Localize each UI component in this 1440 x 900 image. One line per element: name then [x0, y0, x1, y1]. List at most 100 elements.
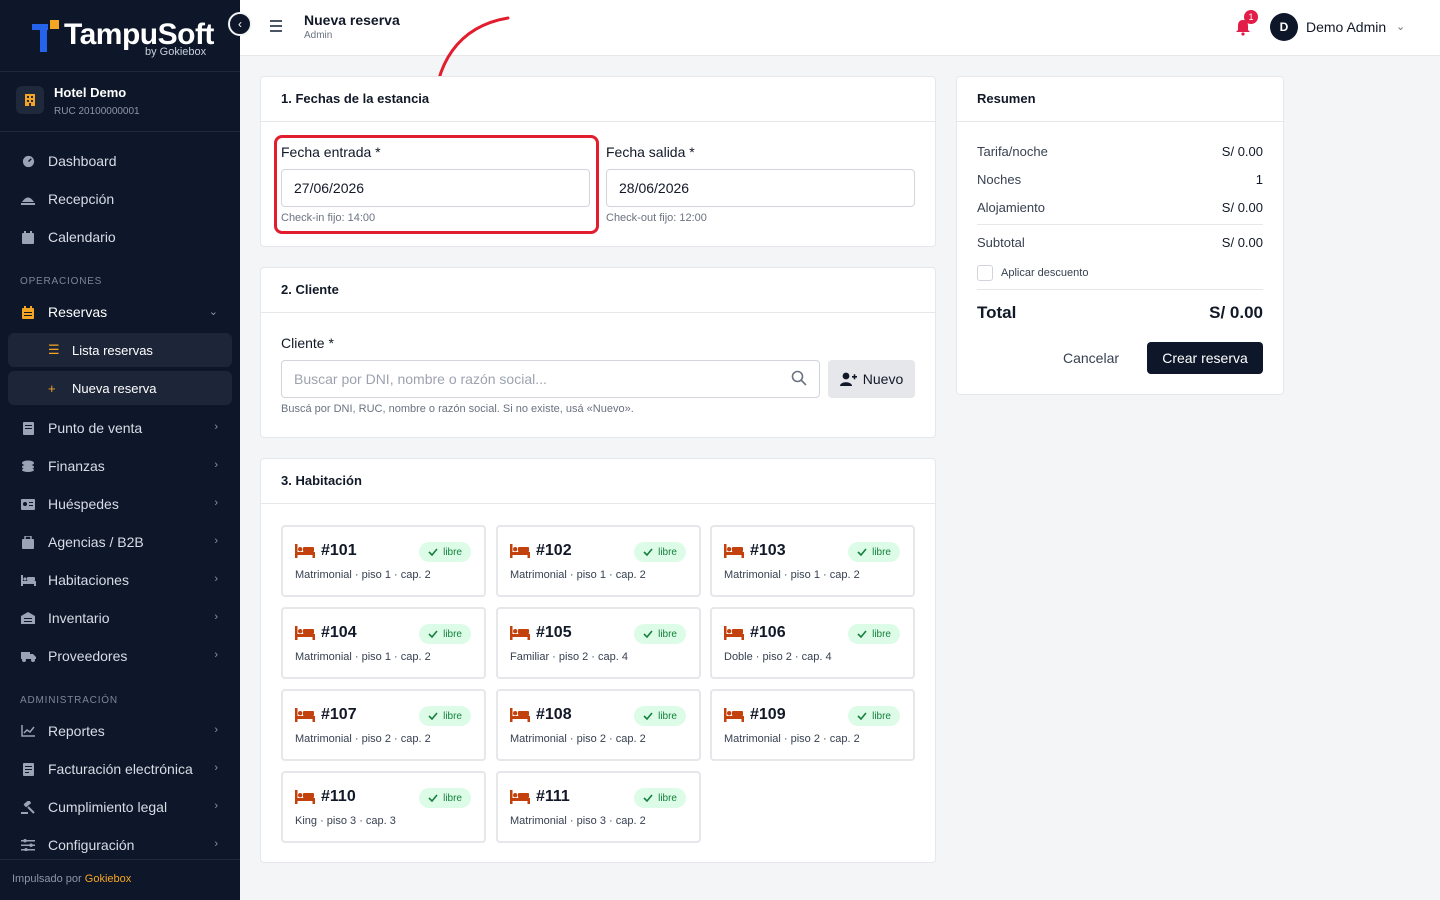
collapse-sidebar-button[interactable]: ‹: [228, 12, 252, 36]
nuevo-label: Nuevo: [862, 371, 904, 387]
bell-service-icon: [20, 191, 36, 207]
menu-icon[interactable]: [270, 20, 282, 32]
room-card[interactable]: #101 libre Matrimonial · piso 1 · cap. 2: [281, 525, 486, 597]
avatar[interactable]: D: [1270, 13, 1298, 41]
footer-brand-link[interactable]: Gokiebox: [85, 873, 131, 885]
chevron-right-icon: ›: [214, 724, 218, 736]
nav-habitaciones[interactable]: Habitaciones ›: [0, 562, 240, 598]
dashboard-icon: [20, 153, 36, 169]
chevron-down-icon[interactable]: ⌄: [1396, 20, 1405, 33]
room-description: Matrimonial · piso 2 · cap. 2: [295, 733, 431, 745]
nav-punto-venta-label: Punto de venta: [48, 420, 143, 436]
room-number: #110: [321, 788, 356, 805]
nav-dashboard[interactable]: Dashboard: [0, 143, 240, 179]
room-card[interactable]: #111 libre Matrimonial · piso 3 · cap. 2: [496, 771, 701, 843]
nav-lista-reservas[interactable]: ☰ Lista reservas: [8, 333, 232, 367]
room-number: #102: [536, 542, 572, 559]
chevron-right-icon: ›: [214, 611, 218, 623]
nav-huespedes[interactable]: Huéspedes ›: [0, 486, 240, 522]
room-card[interactable]: #103 libre Matrimonial · piso 1 · cap. 2: [710, 525, 915, 597]
alojamiento-value: S/ 0.00: [1221, 200, 1263, 215]
status-badge: libre: [634, 788, 686, 808]
alojamiento-row: Alojamiento S/ 0.00: [977, 200, 1263, 215]
room-card[interactable]: #109 libre Matrimonial · piso 2 · cap. 2: [710, 689, 915, 761]
nav-configuracion[interactable]: Configuración ›: [0, 827, 240, 863]
room-card[interactable]: #106 libre Doble · piso 2 · cap. 4: [710, 607, 915, 679]
create-reserva-button[interactable]: Crear reserva: [1147, 342, 1263, 374]
nav-cumplimiento[interactable]: Cumplimiento legal ›: [0, 789, 240, 825]
status-label: libre: [443, 710, 462, 722]
user-name[interactable]: Demo Admin: [1306, 19, 1386, 35]
status-badge: libre: [634, 706, 686, 726]
nav-facturacion[interactable]: Facturación electrónica ›: [0, 751, 240, 787]
fechas-card: 1. Fechas de la estancia Fecha entrada *…: [260, 76, 936, 247]
nav-nueva-reserva-label: Nueva reserva: [72, 380, 157, 396]
nav-reservas[interactable]: Reservas ⌄: [0, 294, 240, 330]
list-icon: ☰: [48, 342, 60, 357]
divider: [977, 289, 1263, 290]
bed-icon: [295, 790, 315, 804]
bed-icon: [724, 708, 744, 722]
room-number: #109: [750, 706, 786, 723]
nav-recepcion[interactable]: Recepción: [0, 181, 240, 217]
status-badge: libre: [419, 542, 471, 562]
sliders-icon: [20, 837, 36, 853]
warehouse-icon: [20, 610, 36, 626]
brand-sub: by Gokiebox: [145, 46, 207, 58]
calendar-check-icon: [20, 304, 36, 320]
room-card[interactable]: #105 libre Familiar · piso 2 · cap. 4: [496, 607, 701, 679]
room-card[interactable]: #104 libre Matrimonial · piso 1 · cap. 2: [281, 607, 486, 679]
subtotal-label: Subtotal: [977, 235, 1025, 250]
check-icon: [857, 630, 867, 638]
truck-icon: [20, 648, 36, 664]
hotel-selector[interactable]: Hotel Demo RUC 20100000001: [0, 72, 240, 132]
nav-inventario[interactable]: Inventario ›: [0, 600, 240, 636]
room-number: #105: [536, 624, 572, 641]
nav-nueva-reserva[interactable]: + Nueva reserva: [8, 371, 232, 405]
room-number: #107: [321, 706, 357, 723]
chevron-right-icon: ›: [214, 497, 218, 509]
nav-reportes[interactable]: Reportes ›: [0, 713, 240, 749]
plus-icon: +: [48, 380, 56, 396]
status-badge: libre: [419, 624, 471, 644]
nuevo-cliente-button[interactable]: Nuevo: [828, 360, 915, 398]
gavel-icon: [20, 799, 36, 815]
status-label: libre: [658, 792, 677, 804]
search-icon[interactable]: [791, 370, 807, 386]
room-card[interactable]: #110 libre King · piso 3 · cap. 3: [281, 771, 486, 843]
nav-punto-venta[interactable]: Punto de venta ›: [0, 410, 240, 446]
fecha-salida-input[interactable]: 28/06/2026: [606, 169, 915, 207]
bed-icon: [724, 544, 744, 558]
room-card[interactable]: #107 libre Matrimonial · piso 2 · cap. 2: [281, 689, 486, 761]
noches-label: Noches: [977, 172, 1022, 187]
habitacion-card: 3. Habitación #101 libre Matrimonial · pis…: [260, 458, 936, 863]
nav-proveedores[interactable]: Proveedores ›: [0, 638, 240, 674]
cliente-search-input[interactable]: Buscar por DNI, nombre o razón social...: [281, 360, 820, 398]
check-icon: [643, 548, 653, 556]
invoice-icon: [20, 761, 36, 777]
nav-calendario-label: Calendario: [48, 229, 116, 245]
room-number: #106: [750, 624, 786, 641]
nav-finanzas[interactable]: Finanzas ›: [0, 448, 240, 484]
nav-agencias[interactable]: Agencias / B2B ›: [0, 524, 240, 560]
nav-inventario-label: Inventario: [48, 610, 110, 626]
chevron-right-icon: ›: [214, 649, 218, 661]
descuento-label[interactable]: Aplicar descuento: [1001, 267, 1088, 279]
room-number: #103: [750, 542, 786, 559]
status-label: libre: [443, 792, 462, 804]
room-card[interactable]: #102 libre Matrimonial · piso 1 · cap. 2: [496, 525, 701, 597]
cancel-button[interactable]: Cancelar: [1063, 350, 1119, 366]
room-card[interactable]: #108 libre Matrimonial · piso 2 · cap. 2: [496, 689, 701, 761]
briefcase-icon: [20, 534, 36, 550]
fecha-salida-hint: Check-out fijo: 12:00: [606, 212, 707, 224]
divider: [977, 224, 1263, 225]
nav-calendario[interactable]: Calendario: [0, 219, 240, 255]
resumen-card: Resumen Tarifa/noche S/ 0.00 Noches 1 Al…: [956, 76, 1284, 395]
tarifa-row: Tarifa/noche S/ 0.00: [977, 144, 1263, 159]
sidebar: TampuSoft by Gokiebox ‹ Hotel Demo RUC 2…: [0, 0, 252, 900]
chevron-right-icon: ›: [214, 838, 218, 850]
chevron-down-icon: ⌄: [208, 306, 218, 318]
habitacion-title: 3. Habitación: [261, 459, 935, 504]
descuento-checkbox[interactable]: [977, 265, 993, 281]
section-operaciones: OPERACIONES: [20, 276, 103, 287]
